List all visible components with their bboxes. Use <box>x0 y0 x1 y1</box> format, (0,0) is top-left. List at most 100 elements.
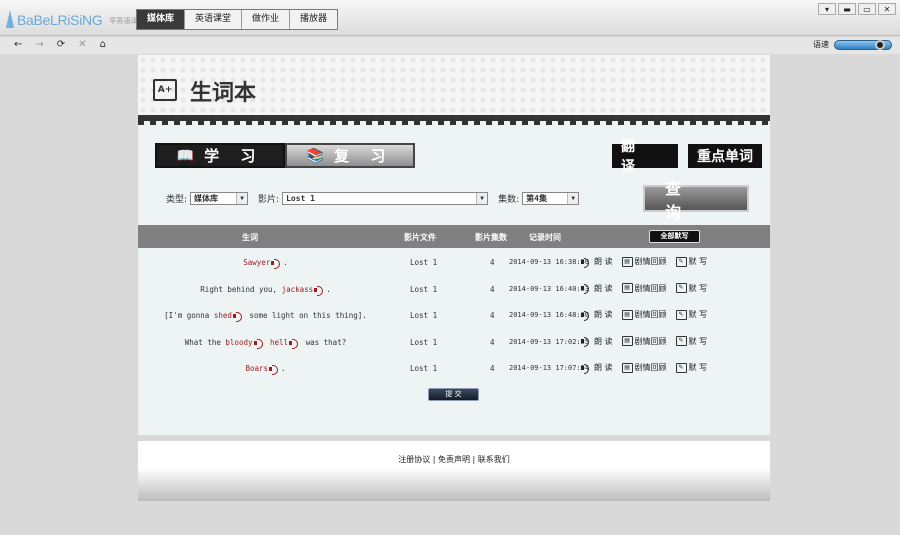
edit-icon: ✎ <box>675 362 687 373</box>
vocabulary-panel: A+ 生词本 📖 学 习 📚 复 习 翻 译 重点单词 类型: 媒体库 ▼ 影片… <box>138 55 770 435</box>
window-controls: ▾ ▬ ▭ ✕ <box>818 3 896 15</box>
speaker-icon <box>581 257 592 268</box>
dictation-button[interactable]: ✎ 默 写 <box>675 309 707 320</box>
dictation-button-label: 默 写 <box>688 257 708 266</box>
read-aloud-button-label: 朗 读 <box>594 336 613 346</box>
contact-link[interactable]: 联系我们 <box>478 455 510 464</box>
cell-file: Lost 1 <box>410 311 438 320</box>
col-time: 记录时间 <box>529 233 561 242</box>
read-aloud-button[interactable]: 朗 读 <box>581 362 613 374</box>
back-icon[interactable]: ← <box>14 39 22 50</box>
plot-review-button[interactable]: ▤ 剧情回顾 <box>621 336 667 347</box>
read-aloud-button-label: 朗 读 <box>594 363 613 372</box>
cell-episode: 4 <box>490 337 495 347</box>
dictation-button[interactable]: ✎ 默 写 <box>675 362 707 373</box>
minimize-icon[interactable]: ▬ <box>838 3 856 15</box>
read-aloud-button[interactable]: 朗 读 <box>581 309 613 321</box>
cell-episode: 4 <box>490 311 495 320</box>
speech-speed: 语速 <box>813 39 892 50</box>
tab-review[interactable]: 📚 复 习 <box>285 143 415 168</box>
agreement-link[interactable]: 注册协议 <box>398 455 430 464</box>
plot-review-button-label: 剧情回顾 <box>634 257 667 266</box>
read-aloud-button[interactable]: 朗 读 <box>581 283 613 294</box>
translate-button[interactable]: 翻 译 <box>612 139 678 175</box>
tab-review-label: 复 习 <box>334 147 394 165</box>
cell-file: Lost 1 <box>410 364 438 373</box>
speaker-icon[interactable] <box>314 285 325 296</box>
tab-english-class[interactable]: 英语课堂 <box>185 10 243 29</box>
episode-select[interactable]: 第4集 ▼ <box>522 192 580 205</box>
dictation-button[interactable]: ✎ 默 写 <box>675 256 708 267</box>
col-file: 影片文件 <box>404 233 436 242</box>
type-select[interactable]: 媒体库 ▼ <box>190 192 249 205</box>
query-button[interactable]: 查 询 <box>643 179 749 222</box>
edit-icon: ✎ <box>675 283 687 293</box>
read-aloud-button-label: 朗 读 <box>594 310 613 319</box>
plot-review-button[interactable]: ▤ 剧情回顾 <box>621 362 667 373</box>
highlighted-word[interactable]: Boars <box>245 364 268 373</box>
word-sentence: Boars. <box>138 364 393 375</box>
plot-review-button[interactable]: ▤ 剧情回顾 <box>621 256 667 267</box>
table-row: [I'm gonna shed some light on this thing… <box>138 303 770 329</box>
row-actions: 朗 读 ▤ 剧情回顾 ✎ 默 写 <box>581 256 708 268</box>
read-aloud-button[interactable]: 朗 读 <box>581 336 613 347</box>
disclaimer-link[interactable]: 免责声明 <box>438 455 470 464</box>
cell-time: 2014-09-13 16:48:30 <box>509 311 590 319</box>
tab-study[interactable]: 📖 学 习 <box>155 143 285 168</box>
menu-dropdown-icon[interactable]: ▾ <box>818 3 836 15</box>
type-label: 类型: <box>166 195 188 205</box>
close-icon[interactable]: ✕ <box>878 3 896 15</box>
sentence-text: . <box>281 364 286 373</box>
speaker-icon[interactable] <box>289 338 300 349</box>
plot-review-button[interactable]: ▤ 剧情回顾 <box>621 309 667 320</box>
edit-icon: ✎ <box>675 256 687 267</box>
film-icon: ▤ <box>621 309 633 320</box>
read-aloud-button[interactable]: 朗 读 <box>581 256 613 268</box>
highlighted-word[interactable]: Sawyer <box>243 258 270 267</box>
right-buttons: 翻 译 重点单词 <box>612 139 762 175</box>
all-dictation-button[interactable]: 全部默写 <box>649 230 700 243</box>
edit-icon: ✎ <box>675 336 687 346</box>
film-icon: ▤ <box>621 336 633 346</box>
stop-icon[interactable]: ✕ <box>78 39 86 50</box>
highlighted-word[interactable]: shed <box>214 311 232 320</box>
speaker-icon[interactable] <box>232 312 244 322</box>
cell-time: 2014-09-13 17:07:54 <box>509 364 590 372</box>
plot-review-button[interactable]: ▤ 剧情回顾 <box>621 283 667 294</box>
cell-episode: 4 <box>490 284 495 294</box>
word-sentence: Sawyer. <box>138 258 393 269</box>
speaker-icon[interactable] <box>269 365 280 375</box>
logo-text: BaBeLRiSiNG <box>17 12 103 28</box>
title-bar: BaBeLRiSiNG 早英语译 · 科技 媒体库 英语课堂 做作业 播放器 ▾… <box>0 0 900 36</box>
tab-player[interactable]: 播放器 <box>290 10 337 29</box>
speaker-icon[interactable] <box>253 338 265 349</box>
maximize-icon[interactable]: ▭ <box>858 3 876 15</box>
tab-media-library[interactable]: 媒体库 <box>137 10 186 29</box>
speed-slider[interactable] <box>834 39 892 50</box>
movie-select-value: Lost 1 <box>286 194 315 203</box>
highlighted-word[interactable]: jackass <box>282 285 314 294</box>
mode-tabs: 📖 学 习 📚 复 习 <box>155 143 415 168</box>
dictation-button[interactable]: ✎ 默 写 <box>675 336 707 347</box>
key-words-button[interactable]: 重点单词 <box>688 144 762 168</box>
movie-select[interactable]: Lost 1 ▼ <box>282 192 489 205</box>
highlighted-word[interactable]: hell <box>270 338 288 347</box>
read-aloud-button-label: 朗 读 <box>594 283 613 293</box>
speed-slider-knob[interactable] <box>875 39 885 50</box>
dictation-button[interactable]: ✎ 默 写 <box>675 283 707 294</box>
page-header: A+ 生词本 <box>138 55 770 125</box>
highlighted-word[interactable]: bloody <box>225 338 252 347</box>
speaker-icon[interactable] <box>271 259 282 269</box>
submit-button[interactable]: 提 交 <box>428 388 479 401</box>
speaker-icon <box>581 283 592 294</box>
cell-time: 2014-09-13 16:38:50 <box>509 258 590 266</box>
home-icon[interactable]: ⌂ <box>100 39 106 50</box>
row-actions: 朗 读 ▤ 剧情回顾 ✎ 默 写 <box>581 309 707 321</box>
chevron-down-icon: ▼ <box>236 193 248 204</box>
cell-file: Lost 1 <box>410 284 438 294</box>
cell-episode: 4 <box>490 364 495 373</box>
tab-homework[interactable]: 做作业 <box>242 10 291 29</box>
refresh-icon[interactable]: ⟳ <box>57 39 65 50</box>
forward-icon[interactable]: → <box>35 39 43 50</box>
open-book-icon: 📖 <box>176 147 195 164</box>
